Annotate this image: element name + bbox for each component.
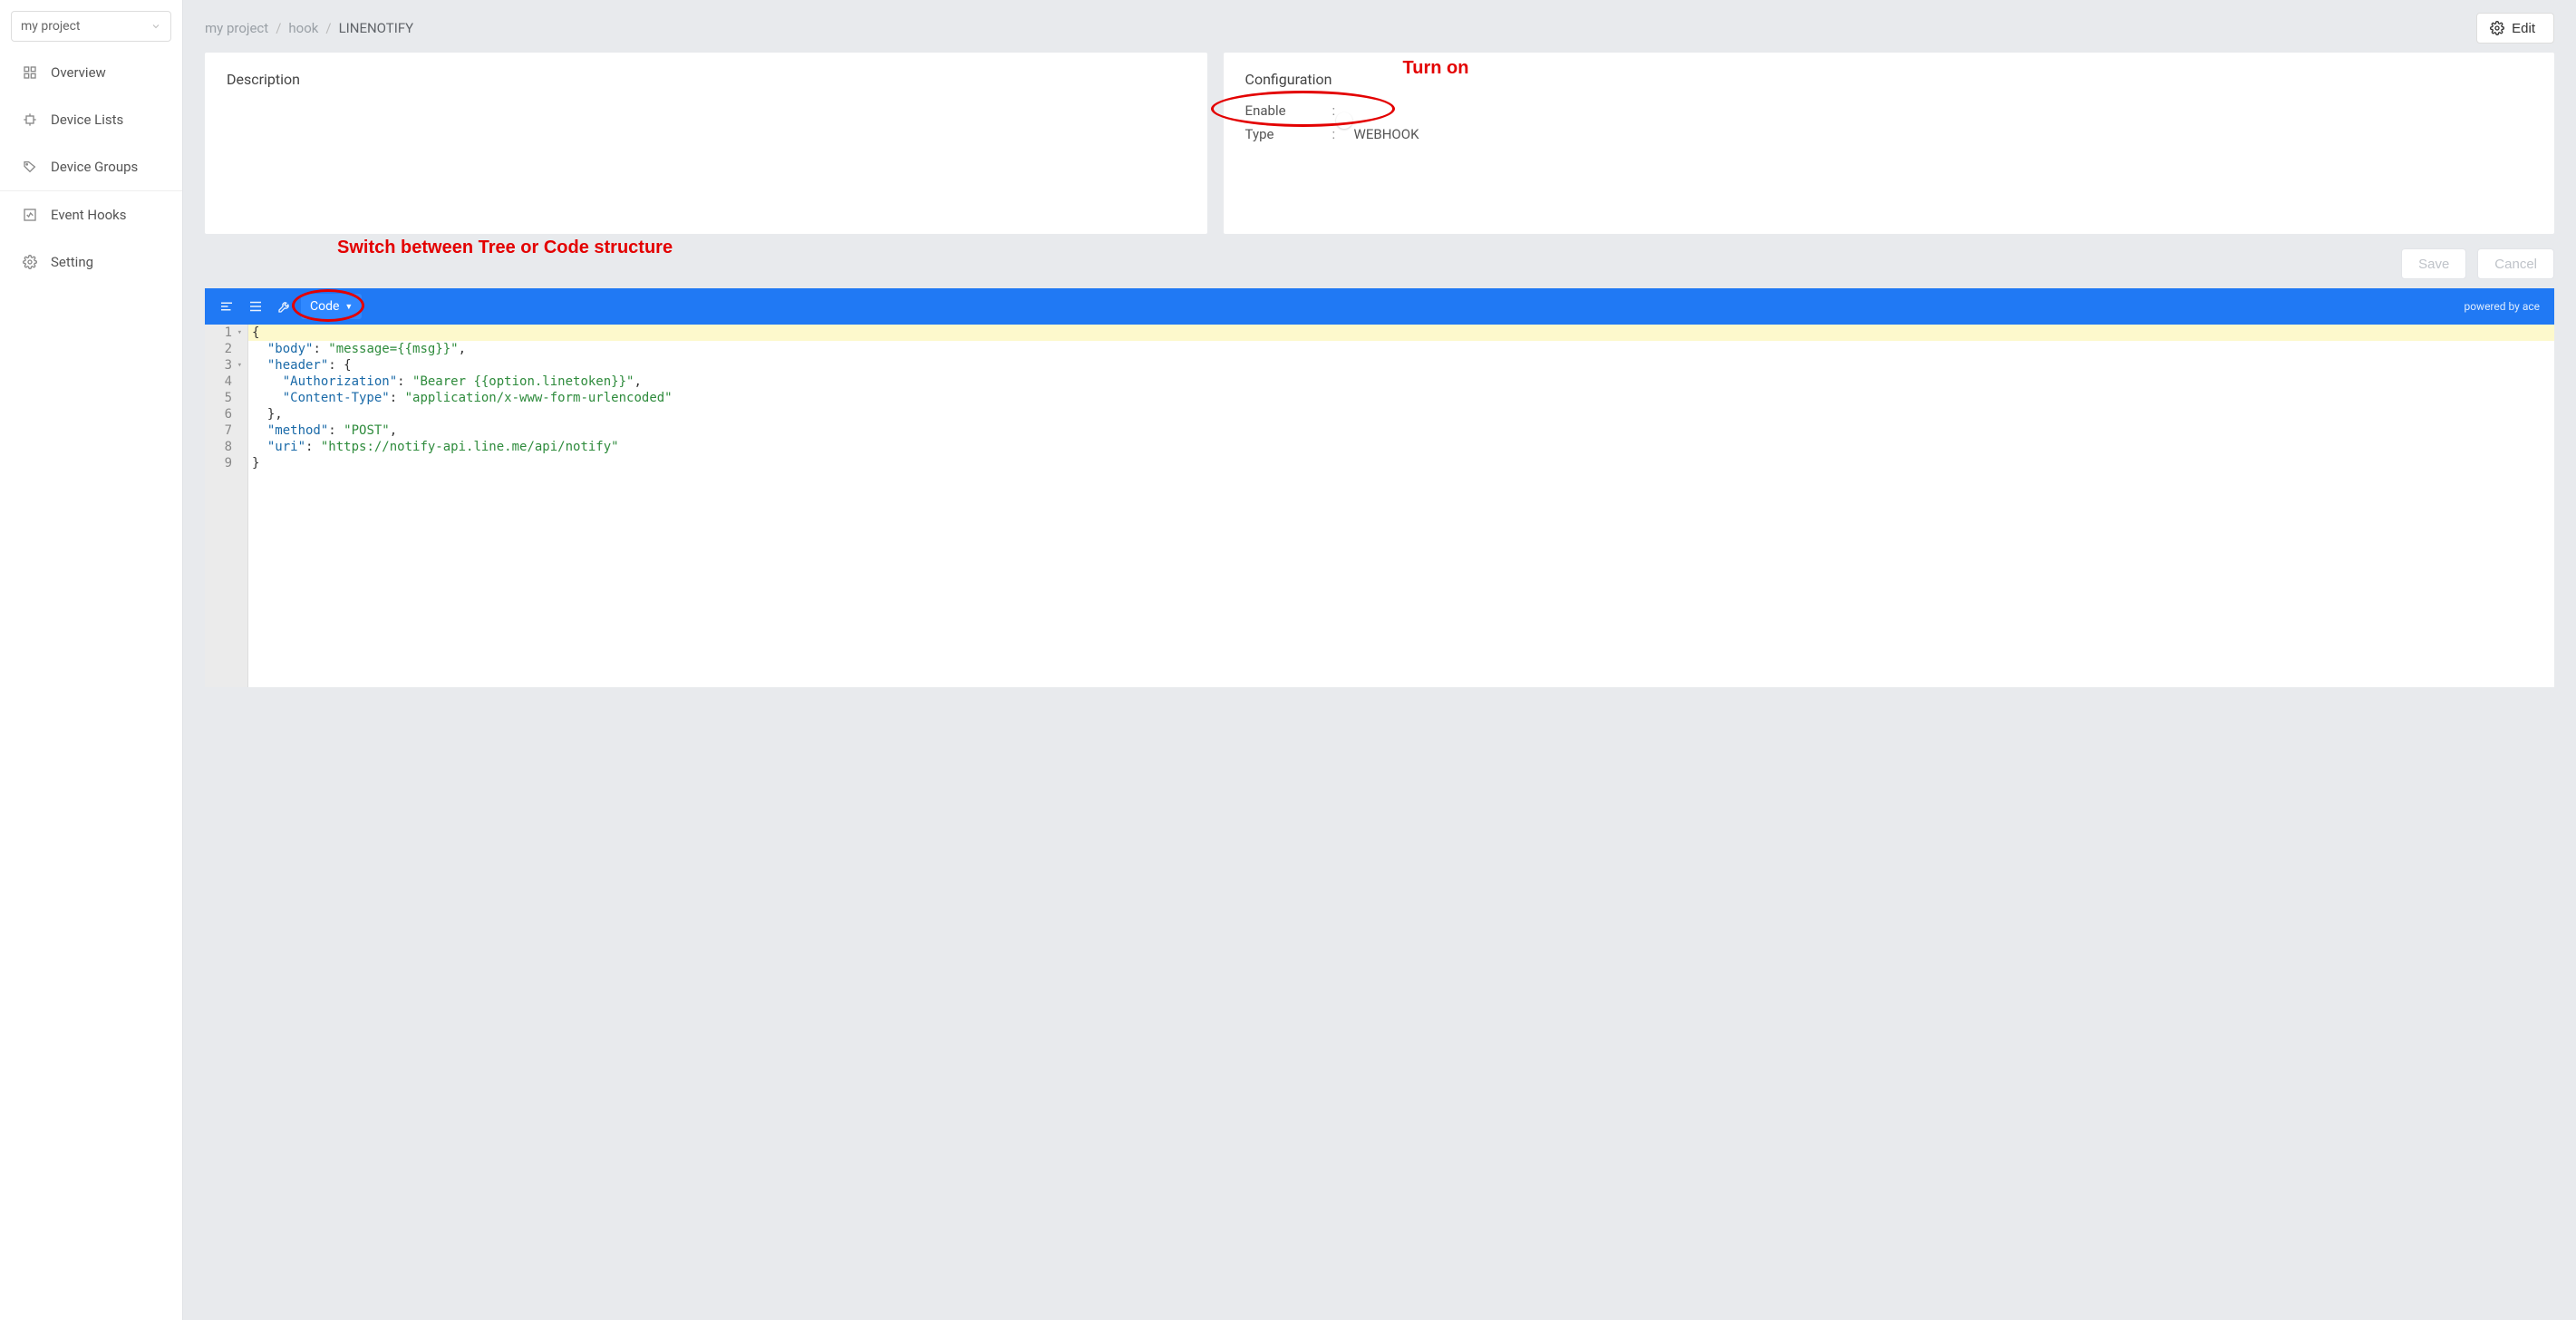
code-line[interactable]: "body": "message={{msg}}",	[248, 341, 2554, 357]
editor-powered-by: powered by ace	[2464, 300, 2545, 313]
repair-icon[interactable]	[272, 294, 297, 319]
code-line[interactable]: },	[248, 406, 2554, 422]
edit-button[interactable]: Edit	[2476, 13, 2554, 44]
line-number: 1 ▾	[214, 325, 242, 341]
line-number: 6	[214, 406, 242, 422]
activity-icon	[22, 207, 38, 223]
sidebar-item-setting[interactable]: Setting	[0, 238, 182, 286]
sidebar-item-label: Event Hooks	[51, 207, 127, 223]
config-value: WEBHOOK	[1354, 126, 2532, 142]
line-number: 8	[214, 439, 242, 455]
format-expand-icon[interactable]	[243, 294, 268, 319]
cancel-button[interactable]: Cancel	[2477, 248, 2554, 279]
code-line[interactable]: }	[248, 455, 2554, 471]
config-row-type: Type : WEBHOOK	[1245, 122, 2532, 146]
editor-mode-dropdown[interactable]: Code ▼	[301, 294, 362, 319]
editor-toolbar: Code ▼ powered by ace	[205, 288, 2554, 325]
sidebar-item-label: Setting	[51, 254, 93, 270]
gear-icon	[2490, 21, 2504, 35]
cards-row: Description Configuration Enable : Type …	[183, 53, 2576, 234]
grid-icon	[22, 64, 38, 81]
breadcrumb-item[interactable]: hook	[288, 20, 318, 36]
chip-icon	[22, 112, 38, 128]
config-key: Enable	[1245, 102, 1332, 119]
code-line[interactable]: "uri": "https://notify-api.line.me/api/n…	[248, 439, 2554, 455]
sidebar-item-overview[interactable]: Overview	[0, 49, 182, 96]
sidebar-item-label: Device Groups	[51, 159, 138, 175]
sidebar-item-label: Overview	[51, 64, 106, 81]
gear-icon	[22, 254, 38, 270]
breadcrumb-sep: /	[325, 20, 331, 36]
code-line[interactable]: "Authorization": "Bearer {{option.lineto…	[248, 374, 2554, 390]
code-line[interactable]: {	[248, 325, 2554, 341]
line-number: 5	[214, 390, 242, 406]
main: my project / hook / LINENOTIFY Edit Desc…	[183, 0, 2576, 1320]
edit-button-label: Edit	[2512, 21, 2535, 36]
description-title: Description	[227, 71, 1186, 88]
code-line[interactable]: "header": {	[248, 357, 2554, 374]
line-number: 3 ▾	[214, 357, 242, 374]
line-number: 7	[214, 422, 242, 439]
config-row-enable: Enable :	[1245, 99, 2532, 122]
editor-code-area[interactable]: { "body": "message={{msg}}", "header": {…	[248, 325, 2554, 687]
configuration-title: Configuration	[1245, 71, 2532, 88]
project-selector-label: my project	[21, 19, 81, 34]
sidebar-item-label: Device Lists	[51, 112, 123, 128]
line-number: 4	[214, 374, 242, 390]
save-button[interactable]: Save	[2401, 248, 2466, 279]
description-card: Description	[205, 53, 1207, 234]
project-selector[interactable]: my project	[11, 11, 171, 42]
code-line[interactable]: "Content-Type": "application/x-www-form-…	[248, 390, 2554, 406]
breadcrumb-item-current: LINENOTIFY	[339, 20, 414, 36]
editor-gutter: 1 ▾2 3 ▾4 5 6 7 8 9	[205, 325, 248, 687]
line-number: 2	[214, 341, 242, 357]
editor-action-row: Switch between Tree or Code structure Sa…	[183, 234, 2576, 288]
tag-icon	[22, 159, 38, 175]
sidebar-item-device-groups[interactable]: Device Groups	[0, 143, 182, 190]
config-key: Type	[1245, 126, 1332, 142]
format-compact-icon[interactable]	[214, 294, 239, 319]
editor-mode-label: Code	[310, 299, 339, 314]
sidebar-item-device-lists[interactable]: Device Lists	[0, 96, 182, 143]
breadcrumb-sep: /	[276, 20, 281, 36]
editor-body[interactable]: 1 ▾2 3 ▾4 5 6 7 8 9 { "body": "message={…	[205, 325, 2554, 687]
json-editor: Code ▼ powered by ace 1 ▾2 3 ▾4 5 6 7 8 …	[205, 288, 2554, 687]
breadcrumb-item[interactable]: my project	[205, 20, 268, 36]
breadcrumb: my project / hook / LINENOTIFY	[205, 20, 413, 36]
chevron-down-icon	[150, 21, 161, 32]
code-line[interactable]: "method": "POST",	[248, 422, 2554, 439]
sidebar-item-event-hooks[interactable]: Event Hooks	[0, 191, 182, 238]
topbar: my project / hook / LINENOTIFY Edit	[183, 0, 2576, 53]
caret-down-icon: ▼	[344, 302, 353, 312]
configuration-card: Configuration Enable : Type : WEBHOOK Tu…	[1224, 53, 2554, 234]
line-number: 9	[214, 455, 242, 471]
annotation-switch-mode: Switch between Tree or Code structure	[337, 238, 673, 258]
sidebar: my project Overview Device Lists Device …	[0, 0, 183, 1320]
